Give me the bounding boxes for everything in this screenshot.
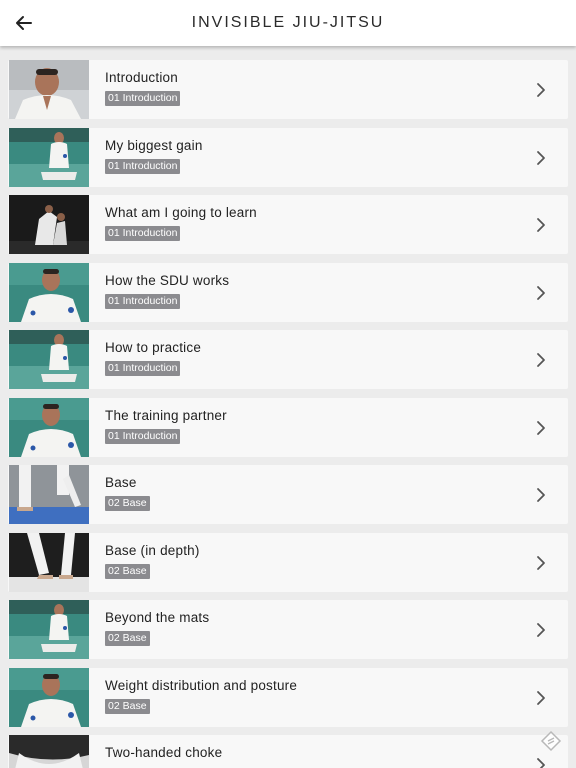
lesson-row[interactable]: How to practice 01 Introduction — [8, 330, 568, 389]
lesson-row[interactable]: Introduction 01 Introduction — [8, 60, 568, 119]
lesson-category-badge: 01 Introduction — [105, 91, 181, 106]
lesson-title: How the SDU works — [105, 272, 230, 288]
lesson-row[interactable]: Two-handed choke — [8, 735, 568, 768]
lesson-list: Introduction 01 Introduction My biggest ga… — [0, 60, 576, 768]
video-thumbnail-image — [9, 735, 89, 768]
lesson-row[interactable]: What am I going to learn 01 Introduction — [8, 195, 568, 254]
lesson-title: How to practice — [105, 340, 202, 355]
lesson-thumbnail — [9, 262, 89, 322]
chevron-right-icon — [537, 690, 545, 705]
chevron-right-icon — [537, 218, 545, 232]
lesson-thumbnail — [9, 667, 89, 727]
video-thumbnail-image — [9, 127, 89, 187]
video-thumbnail-image — [9, 262, 89, 322]
lesson-title: My biggest gain — [105, 137, 203, 153]
lesson-row[interactable]: Base 02 Base — [8, 465, 568, 524]
lesson-thumbnail — [9, 735, 89, 768]
chevron-right-icon — [537, 488, 545, 502]
chevron-right-icon — [537, 758, 545, 768]
app-header: INVISIBLE JIU-JITSU — [0, 0, 576, 46]
chevron-right-icon — [537, 83, 545, 97]
chevron-right-icon — [537, 285, 545, 300]
lesson-category-badge: 01 Introduction — [105, 226, 181, 241]
video-thumbnail-image — [9, 397, 89, 457]
lesson-thumbnail — [9, 195, 89, 254]
chevron-right-icon — [537, 420, 545, 435]
lesson-row[interactable]: My biggest gain 01 Introduction — [8, 127, 568, 187]
lesson-category-badge: 02 Base — [105, 698, 150, 714]
lesson-title: Introduction — [105, 70, 178, 85]
video-thumbnail-image — [9, 330, 89, 389]
lesson-title: The training partner — [105, 407, 227, 423]
chevron-right-icon — [537, 353, 545, 367]
lesson-thumbnail — [9, 465, 89, 524]
chevron-right-icon — [537, 150, 545, 165]
video-thumbnail-image — [9, 532, 89, 592]
lesson-title: Beyond the mats — [105, 610, 210, 625]
lesson-category-badge: 01 Introduction — [105, 361, 181, 376]
lesson-title: Base — [105, 475, 137, 490]
lesson-title: What am I going to learn — [105, 205, 257, 220]
lesson-title: Weight distribution and posture — [105, 677, 298, 693]
lesson-thumbnail — [9, 330, 89, 389]
lesson-thumbnail — [9, 600, 89, 659]
lesson-thumbnail — [9, 532, 89, 592]
page-title: INVISIBLE JIU-JITSU — [191, 14, 385, 31]
lesson-title: Two-handed choke — [105, 745, 223, 760]
video-thumbnail-image — [9, 465, 89, 524]
lesson-title: Base (in depth) — [105, 542, 200, 558]
video-thumbnail-image — [9, 667, 89, 727]
lesson-row[interactable]: Beyond the mats 02 Base — [8, 600, 568, 659]
lesson-row[interactable]: The training partner 01 Introduction — [8, 397, 568, 457]
chevron-right-icon — [537, 555, 545, 570]
lesson-row[interactable]: Weight distribution and posture 02 Base — [8, 667, 568, 727]
tag-diamond-icon[interactable] — [540, 730, 562, 752]
lesson-thumbnail — [9, 397, 89, 457]
lesson-category-badge: 02 Base — [105, 563, 150, 579]
lesson-category-badge: 02 Base — [105, 631, 150, 646]
lesson-row[interactable]: Base (in depth) 02 Base — [8, 532, 568, 592]
lesson-category-badge: 01 Introduction — [105, 293, 181, 309]
video-thumbnail-image — [9, 600, 89, 659]
video-thumbnail-image — [9, 195, 89, 254]
lesson-category-badge: 01 Introduction — [105, 158, 181, 174]
lesson-thumbnail — [9, 60, 89, 119]
lesson-row[interactable]: How the SDU works 01 Introduction — [8, 262, 568, 322]
video-thumbnail-image — [9, 60, 89, 119]
lesson-category-badge: 01 Introduction — [105, 428, 181, 444]
chevron-right-icon — [537, 623, 545, 637]
lesson-thumbnail — [9, 127, 89, 187]
lesson-category-badge: 02 Base — [105, 496, 150, 511]
